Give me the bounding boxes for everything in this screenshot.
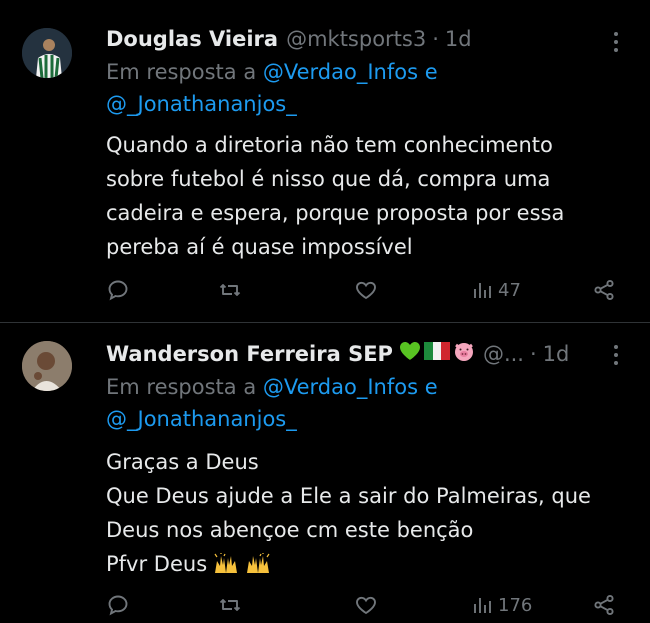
views-icon [474,283,491,298]
raising-hands-icon [247,553,270,573]
like-icon [356,596,376,615]
author-handle[interactable]: @mktsports3 [286,24,426,54]
more-options-icon[interactable] [614,32,620,52]
share-button[interactable] [592,278,616,302]
author-name[interactable]: Wanderson Ferreira SEP [106,339,393,369]
share-icon [594,279,614,301]
tweet-text: Quando a diretoria não tem conhecimento … [106,128,630,264]
italy-flag-icon [423,342,450,360]
retweet-icon [219,284,241,296]
views-count: 176 [498,594,533,616]
tweet-text-line: Pfvr Deus [106,552,208,576]
tweet-text-line: Quando a diretoria não tem conhecimento [106,133,553,157]
retweet-button[interactable] [218,593,242,617]
mention-conjunction: e [424,375,438,399]
tweet-text-line: pereba aí é quase impossível [106,235,413,259]
reply-prefix: Em resposta a [106,60,257,84]
reply-context: Em resposta a @Verdao_Infos e @_Jonathan… [106,371,630,435]
timestamp[interactable]: 1d [543,339,570,369]
avatar[interactable] [22,341,72,391]
retweet-button[interactable] [218,278,242,302]
mention-conjunction: e [424,60,438,84]
reply-button[interactable] [106,278,130,302]
tweet-text-line: Graças a Deus [106,450,259,474]
separator-dot: · [529,342,537,366]
tweet-text-line: Que Deus ajude a Ele a sair do Palmeiras… [106,484,591,508]
avatar[interactable] [22,28,72,78]
timestamp[interactable]: 1d [445,24,472,54]
views-count: 47 [498,279,521,301]
reply-prefix: Em resposta a [106,375,257,399]
like-button[interactable] [354,278,378,302]
green-heart-icon [399,342,420,360]
tweet-actions: 176 [106,593,630,623]
tweet-text: Graças a Deus Que Deus ajude a Ele a sai… [106,445,630,581]
tweet-content: Wanderson Ferreira SEP @... · 1d Em resp… [106,339,630,581]
tweet-text-line: sobre futebol é nisso que dá, compra uma [106,167,551,191]
tweet-actions: 47 [106,278,630,308]
mention-link[interactable]: @_Jonathananjos_ [106,92,297,116]
tweet-text-line: cadeira e espera, porque proposta por es… [106,201,565,225]
tweet-text-line-with-emoji: Pfvr Deus [106,547,630,581]
pig-face-icon [454,343,473,361]
tweet-header: Wanderson Ferreira SEP @... · 1d [106,339,630,369]
like-icon [356,281,376,300]
retweet-icon [219,599,241,611]
share-button[interactable] [592,593,616,617]
reply-icon [108,595,128,616]
views-button[interactable]: 47 [470,278,521,302]
separator-dot: · [432,27,439,51]
tweet-header: Douglas Vieira @mktsports3 · 1d [106,24,630,54]
name-emojis [399,340,475,362]
raising-hands-icon [214,553,238,573]
reply-context: Em resposta a @Verdao_Infos e @_Jonathan… [106,56,630,120]
share-icon [594,594,614,616]
author-handle[interactable]: @... [483,339,524,369]
reply-button[interactable] [106,593,130,617]
views-button[interactable]: 176 [470,593,532,617]
mention-link[interactable]: @Verdao_Infos [263,60,418,84]
tweet-content: Douglas Vieira @mktsports3 · 1d Em respo… [106,24,630,264]
views-icon [474,598,491,613]
like-button[interactable] [354,593,378,617]
more-options-icon[interactable] [614,345,620,365]
mention-link[interactable]: @Verdao_Infos [263,375,418,399]
tweet[interactable]: Wanderson Ferreira SEP @... · 1d Em resp… [0,323,650,621]
tweet[interactable]: Douglas Vieira @mktsports3 · 1d Em respo… [0,0,650,322]
mention-link[interactable]: @_Jonathananjos_ [106,407,297,431]
author-name[interactable]: Douglas Vieira [106,24,278,54]
tweet-text-line: Deus nos abençoe cm este benção [106,518,474,542]
reply-icon [108,280,128,301]
